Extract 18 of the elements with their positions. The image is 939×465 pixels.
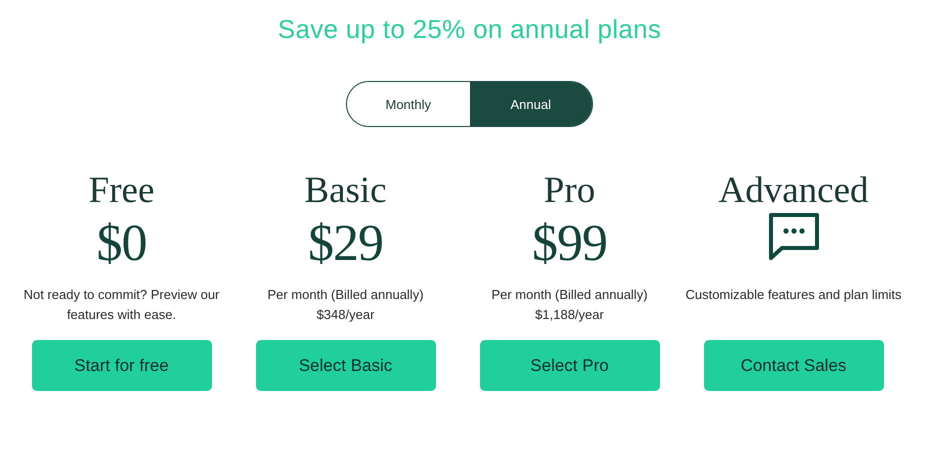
plan-description: Per month (Billed annually) $1,188/year [490,286,649,324]
plan-button[interactable]: Contact Sales [704,340,884,391]
plan-name: Basic [304,169,387,213]
plan-price: $99 [532,214,607,274]
plan-name: Advanced [718,169,868,213]
plan-description: Customizable features and plan limits [684,286,903,304]
chat-bubble-icon [768,212,820,262]
billing-option[interactable]: Annual [470,82,592,126]
plan-description: Per month (Billed annually) $348/year [266,286,425,324]
plan-name: Free [88,169,154,213]
plan-button[interactable]: Select Basic [256,340,436,391]
headline: Save up to 25% on annual plans [278,14,662,45]
plan-name: Pro [544,169,596,213]
plan-description: Not ready to commit? Preview our features with ease. [22,286,220,324]
plan-button[interactable]: Select Pro [480,340,660,391]
plan-price: $29 [308,214,383,274]
plan-button[interactable]: Start for free [32,340,212,391]
plan-price: $0 [96,214,146,274]
